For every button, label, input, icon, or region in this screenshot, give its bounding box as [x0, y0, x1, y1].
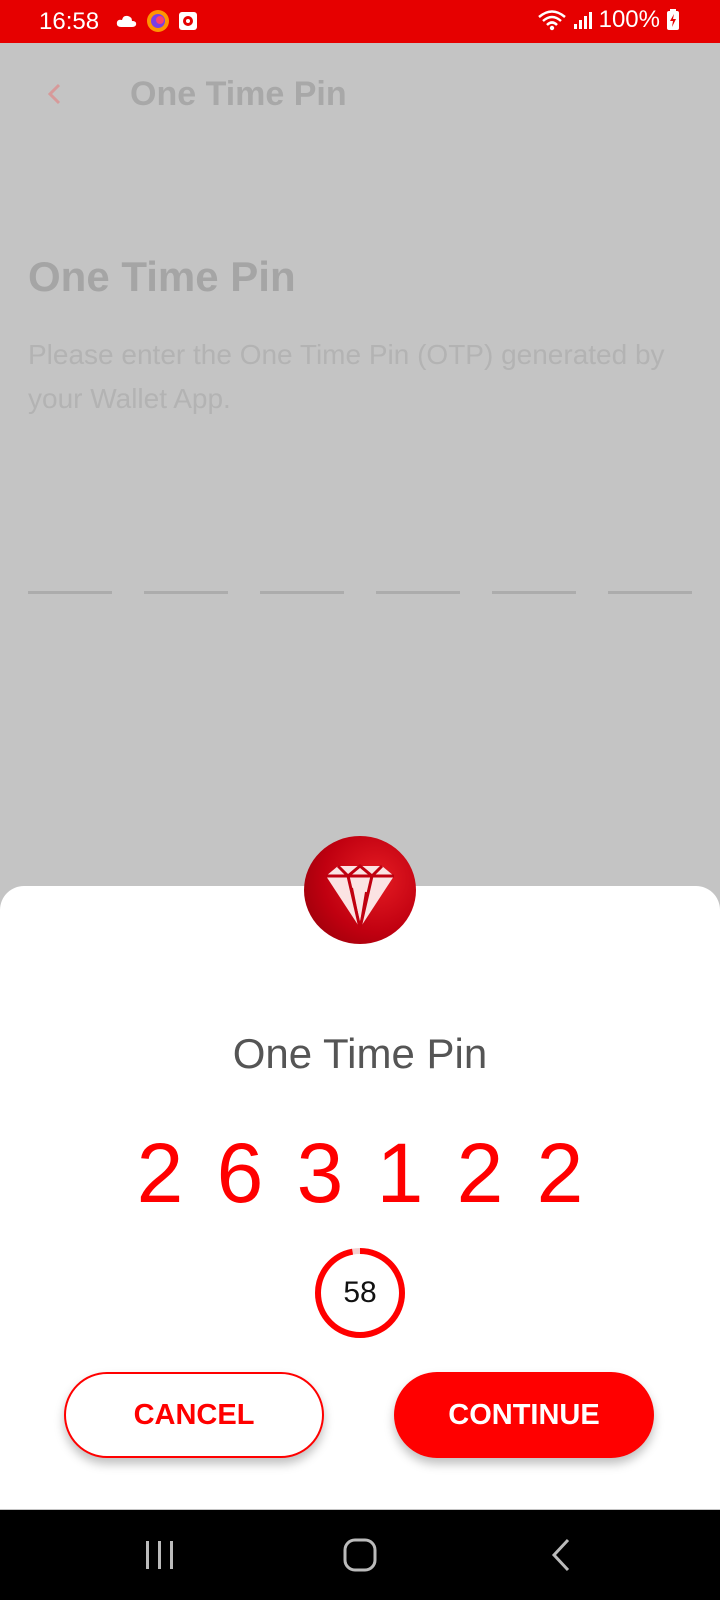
back-arrow-icon[interactable]	[40, 79, 70, 109]
pin-digit: 2	[456, 1126, 504, 1220]
otp-input-slot[interactable]	[608, 591, 692, 594]
app-bar-title: One Time Pin	[130, 75, 347, 113]
brand-logo	[304, 836, 416, 944]
battery-charging-icon	[667, 9, 679, 30]
status-time: 16:58	[39, 8, 100, 35]
page-heading: One Time Pin	[28, 253, 296, 300]
otp-input-slot[interactable]	[376, 591, 460, 594]
app-bar: One Time Pin	[0, 43, 720, 147]
pin-digit: 3	[296, 1126, 344, 1220]
countdown-seconds: 58	[343, 1276, 377, 1309]
otp-input-slot[interactable]	[492, 591, 576, 594]
browser-icon	[147, 10, 169, 32]
cloud-icon	[116, 15, 137, 27]
status-icons-left	[116, 9, 198, 33]
otp-input-group	[28, 591, 692, 594]
page-description: Please enter the One Time Pin (OTP) gene…	[28, 339, 665, 414]
status-icons-right: 100%	[537, 6, 680, 34]
diamond-logo-icon	[326, 864, 394, 929]
app-notification-icon	[179, 12, 197, 30]
modal-title: One Time Pin	[232, 1030, 488, 1077]
pin-digit: 2	[536, 1126, 584, 1220]
otp-input-slot[interactable]	[144, 591, 228, 594]
pin-digit: 6	[216, 1126, 264, 1220]
battery-percent: 100%	[598, 6, 660, 33]
continue-button[interactable]: CONTINUE	[394, 1372, 654, 1458]
signal-icon	[573, 12, 592, 29]
otp-input-slot[interactable]	[260, 591, 344, 594]
wifi-icon	[537, 10, 566, 31]
status-bar: 16:58 100%	[0, 0, 720, 43]
navigation-bar	[0, 1510, 720, 1600]
recent-apps-icon[interactable]	[140, 1535, 180, 1575]
back-icon[interactable]	[542, 1535, 582, 1575]
home-icon[interactable]	[340, 1535, 380, 1575]
cancel-button[interactable]: CANCEL	[64, 1372, 324, 1458]
otp-input-slot[interactable]	[28, 591, 112, 594]
pin-digit: 2	[136, 1126, 184, 1220]
pin-code: 2 6 3 1 2 2	[0, 1125, 720, 1222]
pin-digit: 1	[376, 1126, 424, 1220]
